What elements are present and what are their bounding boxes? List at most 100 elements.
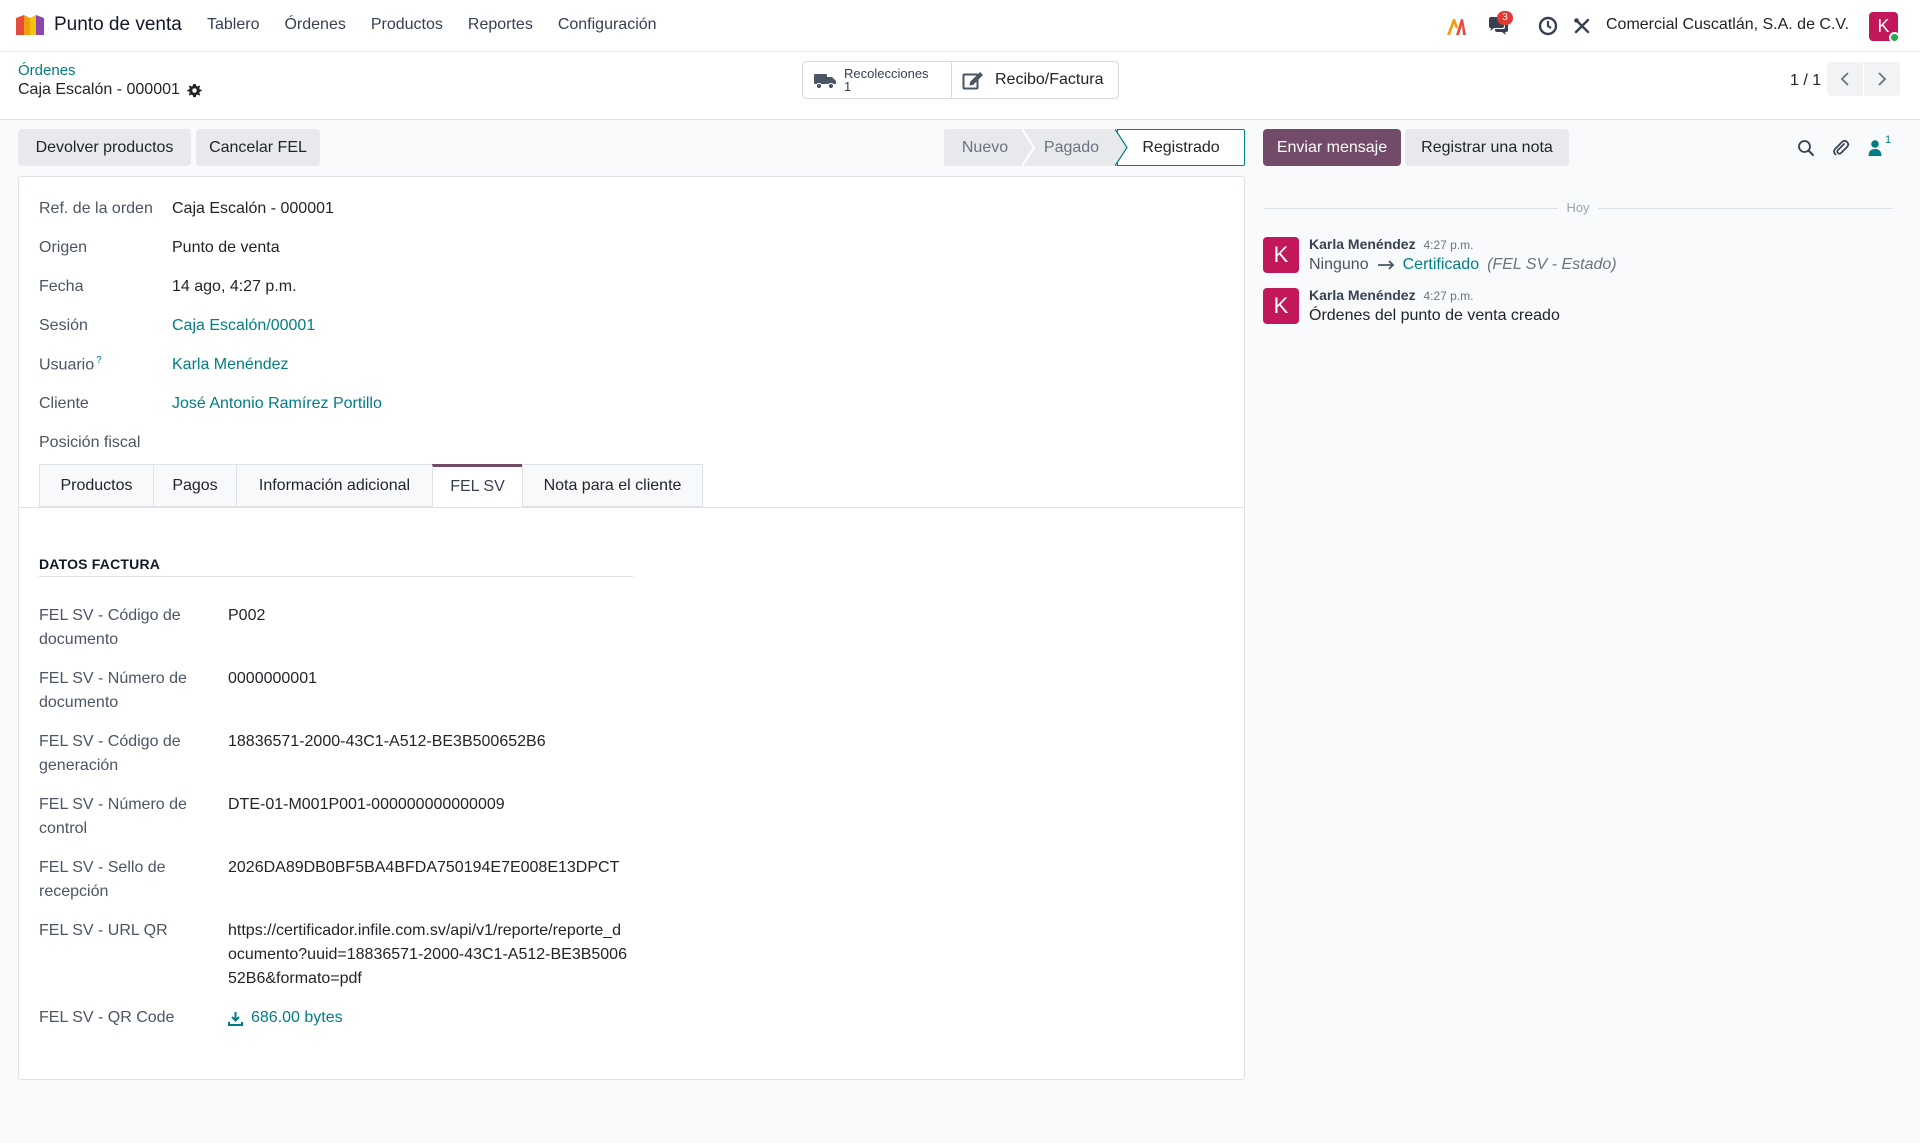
activity-clock-icon[interactable] <box>1536 14 1560 38</box>
tab-pagos[interactable]: Pagos <box>153 464 236 507</box>
date-separator-label: Hoy <box>1566 200 1590 215</box>
tab-divider <box>19 507 1244 508</box>
fel-label: FEL SV - Código de generación <box>39 733 181 774</box>
fel-value: P002 <box>228 607 266 624</box>
pickings-smart-button[interactable]: Recolecciones 1 <box>802 61 952 99</box>
fel-label: FEL SV - QR Code <box>39 1009 175 1026</box>
message-avatar[interactable]: K <box>1263 288 1299 324</box>
message-author[interactable]: Karla Menéndez <box>1309 287 1416 303</box>
field-label-text: Usuario <box>39 356 95 374</box>
download-icon <box>228 1011 243 1026</box>
session-link[interactable]: Caja Escalón/00001 <box>172 317 315 335</box>
refund-button[interactable]: Devolver productos <box>18 129 191 166</box>
message-avatar[interactable]: K <box>1263 237 1299 273</box>
truck-icon <box>814 74 836 90</box>
date-separator: Hoy <box>1263 199 1893 217</box>
invoice-label: Recibo/Factura <box>995 71 1104 88</box>
field-value: Punto de venta <box>172 239 280 256</box>
stage-pagado[interactable]: Pagado <box>1026 129 1117 166</box>
statusbar: Nuevo Pagado Registrado <box>944 129 1245 166</box>
tab-informacion-adicional[interactable]: Información adicional <box>236 464 432 507</box>
pencil-square-icon <box>962 72 983 90</box>
fel-label: FEL SV - Sello de recepción <box>39 859 166 900</box>
form-sheet: Ref. de la orden Caja Escalón - 000001 O… <box>18 176 1245 1080</box>
top-navbar: Punto de venta Tablero Órdenes Productos… <box>0 0 1920 52</box>
debug-tools-icon[interactable] <box>1570 14 1594 38</box>
fel-value: https://certificador.infile.com.sv/api/v… <box>228 922 627 987</box>
tab-fel-sv[interactable]: FEL SV <box>432 464 522 507</box>
menu-item-ordenes[interactable]: Órdenes <box>284 16 345 34</box>
field-value: Caja Escalón - 000001 <box>172 200 334 217</box>
pos-app-icon[interactable] <box>15 14 45 36</box>
send-message-button[interactable]: Enviar mensaje <box>1263 129 1401 166</box>
pager-value[interactable]: 1 / 1 <box>1790 72 1821 90</box>
field-label: Cliente <box>39 395 89 412</box>
chevron-right-icon <box>1878 72 1887 86</box>
menu-item-configuracion[interactable]: Configuración <box>558 16 657 34</box>
section-title: DATOS FACTURA <box>39 556 633 577</box>
company-switcher[interactable]: Comercial Cuscatlán, S.A. de C.V. <box>1606 16 1849 34</box>
stage-separator-arrow <box>1115 129 1128 166</box>
main-menu: Tablero Órdenes Productos Reportes Confi… <box>207 16 682 34</box>
invoice-smart-button[interactable]: Recibo/Factura <box>952 61 1119 99</box>
fel-label: FEL SV - Número de control <box>39 796 187 837</box>
paperclip-icon[interactable] <box>1830 137 1852 159</box>
cancel-fel-button[interactable]: Cancelar FEL <box>196 129 320 166</box>
qr-code-download-link[interactable]: 686.00 bytes <box>228 1006 628 1030</box>
fel-label: FEL SV - Código de documento <box>39 607 181 648</box>
menu-item-tablero[interactable]: Tablero <box>207 16 259 34</box>
messages-badge: 3 <box>1497 11 1513 25</box>
stage-registrado[interactable]: Registrado <box>1117 129 1245 166</box>
fel-label: FEL SV - Número de documento <box>39 670 187 711</box>
smart-buttons: Recolecciones 1 Recibo/Factura <box>802 61 1119 99</box>
breadcrumb-current: Caja Escalón - 000001 <box>18 81 202 99</box>
pager-next-button[interactable] <box>1864 62 1900 96</box>
pager-previous-button[interactable] <box>1827 62 1863 96</box>
field-label: Fecha <box>39 278 84 295</box>
presence-online-indicator <box>1889 32 1900 43</box>
user-link[interactable]: Karla Menéndez <box>172 356 289 374</box>
fel-value: DTE-01-M001P001-000000000000009 <box>228 796 505 813</box>
message-time: 4:27 p.m. <box>1423 289 1474 303</box>
tab-nota-cliente[interactable]: Nota para el cliente <box>522 464 703 507</box>
pickings-title: Recolecciones <box>844 66 929 81</box>
messages-icon[interactable]: 3 <box>1484 11 1513 38</box>
fel-value: 0000000001 <box>228 670 317 687</box>
gear-icon[interactable] <box>187 83 202 98</box>
field-label: Usuario? <box>39 355 169 374</box>
notebook-tabs: Productos Pagos Información adicional FE… <box>39 464 703 507</box>
tab-productos[interactable]: Productos <box>39 464 153 507</box>
log-note-button[interactable]: Registrar una nota <box>1405 129 1569 166</box>
field-label: Posición fiscal <box>39 434 141 451</box>
message-author[interactable]: Karla Menéndez <box>1309 236 1416 252</box>
message-author-line: Karla Menéndez 4:27 p.m. <box>1309 287 1474 303</box>
tracking-old-value: Ninguno <box>1309 256 1369 273</box>
message-tracking-value: Ninguno Certificado (FEL SV - Estado) <box>1309 256 1617 274</box>
record-name: Caja Escalón - 000001 <box>18 81 180 98</box>
fel-value: 2026DA89DB0BF5BA4BFDA750194E7E008E13DPCT <box>228 859 620 876</box>
stage-nuevo[interactable]: Nuevo <box>944 129 1026 166</box>
followers-count: 1 <box>1885 134 1892 146</box>
tracking-new-value: Certificado <box>1402 256 1480 273</box>
assistant-icon[interactable] <box>1444 14 1468 38</box>
qr-code-size: 686.00 bytes <box>251 1009 343 1026</box>
customer-link[interactable]: José Antonio Ramírez Portillo <box>172 395 382 413</box>
app-name[interactable]: Punto de venta <box>54 14 182 36</box>
stage-separator-arrow <box>1022 129 1036 166</box>
arrow-right-icon <box>1377 260 1394 270</box>
message-body: Órdenes del punto de venta creado <box>1309 307 1560 324</box>
followers-icon[interactable] <box>1864 137 1886 159</box>
menu-item-productos[interactable]: Productos <box>371 16 443 34</box>
message-time: 4:27 p.m. <box>1423 238 1474 252</box>
search-icon[interactable] <box>1795 137 1817 159</box>
pickings-count: 1 <box>844 79 852 94</box>
breadcrumb-parent[interactable]: Órdenes <box>18 62 76 79</box>
message-author-line: Karla Menéndez 4:27 p.m. <box>1309 236 1474 252</box>
field-label: Ref. de la orden <box>39 200 153 217</box>
chevron-left-icon <box>1840 72 1849 86</box>
field-label: Sesión <box>39 317 88 334</box>
field-value: 14 ago, 4:27 p.m. <box>172 278 297 295</box>
fel-label: FEL SV - URL QR <box>39 922 168 939</box>
menu-item-reportes[interactable]: Reportes <box>468 16 533 34</box>
help-tooltip-icon[interactable]: ? <box>96 355 102 366</box>
